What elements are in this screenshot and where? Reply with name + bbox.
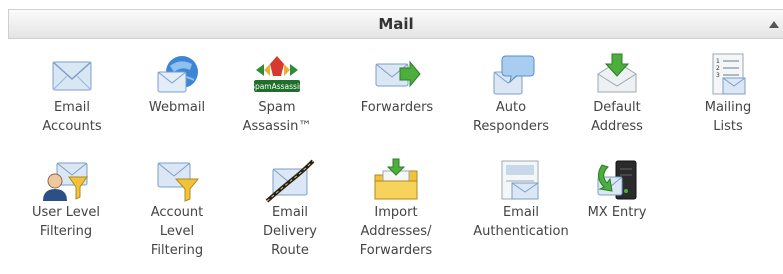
default-address-icon: [597, 53, 637, 93]
item-label: Auto Responders: [472, 100, 550, 134]
spam-logo-text: SpamAssassin: [250, 82, 304, 91]
panel-title: Mail: [378, 15, 414, 33]
spamassassin-icon: SpamAssassin: [250, 56, 304, 92]
user-level-filtering-link[interactable]: User Level Filtering: [10, 157, 122, 241]
collapse-arrow-icon[interactable]: [769, 21, 779, 28]
item-label: Webmail: [148, 100, 206, 115]
item-label: Account Level Filtering: [150, 205, 204, 258]
webmail-link[interactable]: Webmail: [121, 52, 233, 117]
mx-server-icon: [597, 160, 637, 200]
auto-responder-icon: [493, 55, 535, 95]
item-label: Email Delivery Route: [263, 205, 317, 258]
mailing-lists-link[interactable]: 1 2 3 Mailing Lists: [672, 52, 783, 136]
item-label: Forwarders: [360, 100, 434, 115]
envelope-icon: [52, 61, 92, 91]
item-label: Import Addresses/ Forwarders: [359, 205, 433, 258]
globe-envelope-icon: [157, 56, 198, 93]
item-label: MX Entry: [587, 205, 647, 220]
auto-responders-link[interactable]: Auto Responders: [455, 52, 567, 136]
mailing-list-icon: 1 2 3: [712, 53, 746, 95]
item-label: Mailing Lists: [704, 100, 752, 134]
email-delivery-route-link[interactable]: Email Delivery Route: [234, 157, 346, 260]
import-addresses-forwarders-link[interactable]: Import Addresses/ Forwarders: [340, 157, 452, 260]
forward-envelope-icon: [375, 60, 421, 88]
svg-text:2: 2: [716, 65, 720, 72]
authentication-icon: [501, 160, 539, 200]
item-label: Email Accounts: [42, 100, 102, 134]
default-address-link[interactable]: Default Address: [561, 52, 673, 136]
email-accounts-link[interactable]: Email Accounts: [16, 52, 128, 136]
mail-panel: Mail Email Accounts Webmail SpamAssassin…: [0, 0, 783, 274]
account-level-filtering-link[interactable]: Account Level Filtering: [121, 157, 233, 260]
import-folder-icon: [374, 158, 418, 200]
item-label: Spam Assassin™: [242, 100, 312, 134]
svg-text:3: 3: [716, 72, 720, 79]
spam-assassin-link[interactable]: SpamAssassin Spam Assassin™: [221, 52, 333, 136]
account-filter-icon: [157, 162, 200, 202]
forwarders-link[interactable]: Forwarders: [341, 52, 453, 117]
delivery-route-icon: [265, 159, 315, 203]
svg-text:1: 1: [716, 58, 720, 65]
item-label: User Level Filtering: [31, 205, 101, 239]
mail-panel-header[interactable]: Mail: [8, 9, 783, 39]
item-label: Default Address: [591, 100, 643, 134]
user-filter-icon: [43, 162, 88, 201]
mx-entry-link[interactable]: MX Entry: [561, 157, 673, 222]
